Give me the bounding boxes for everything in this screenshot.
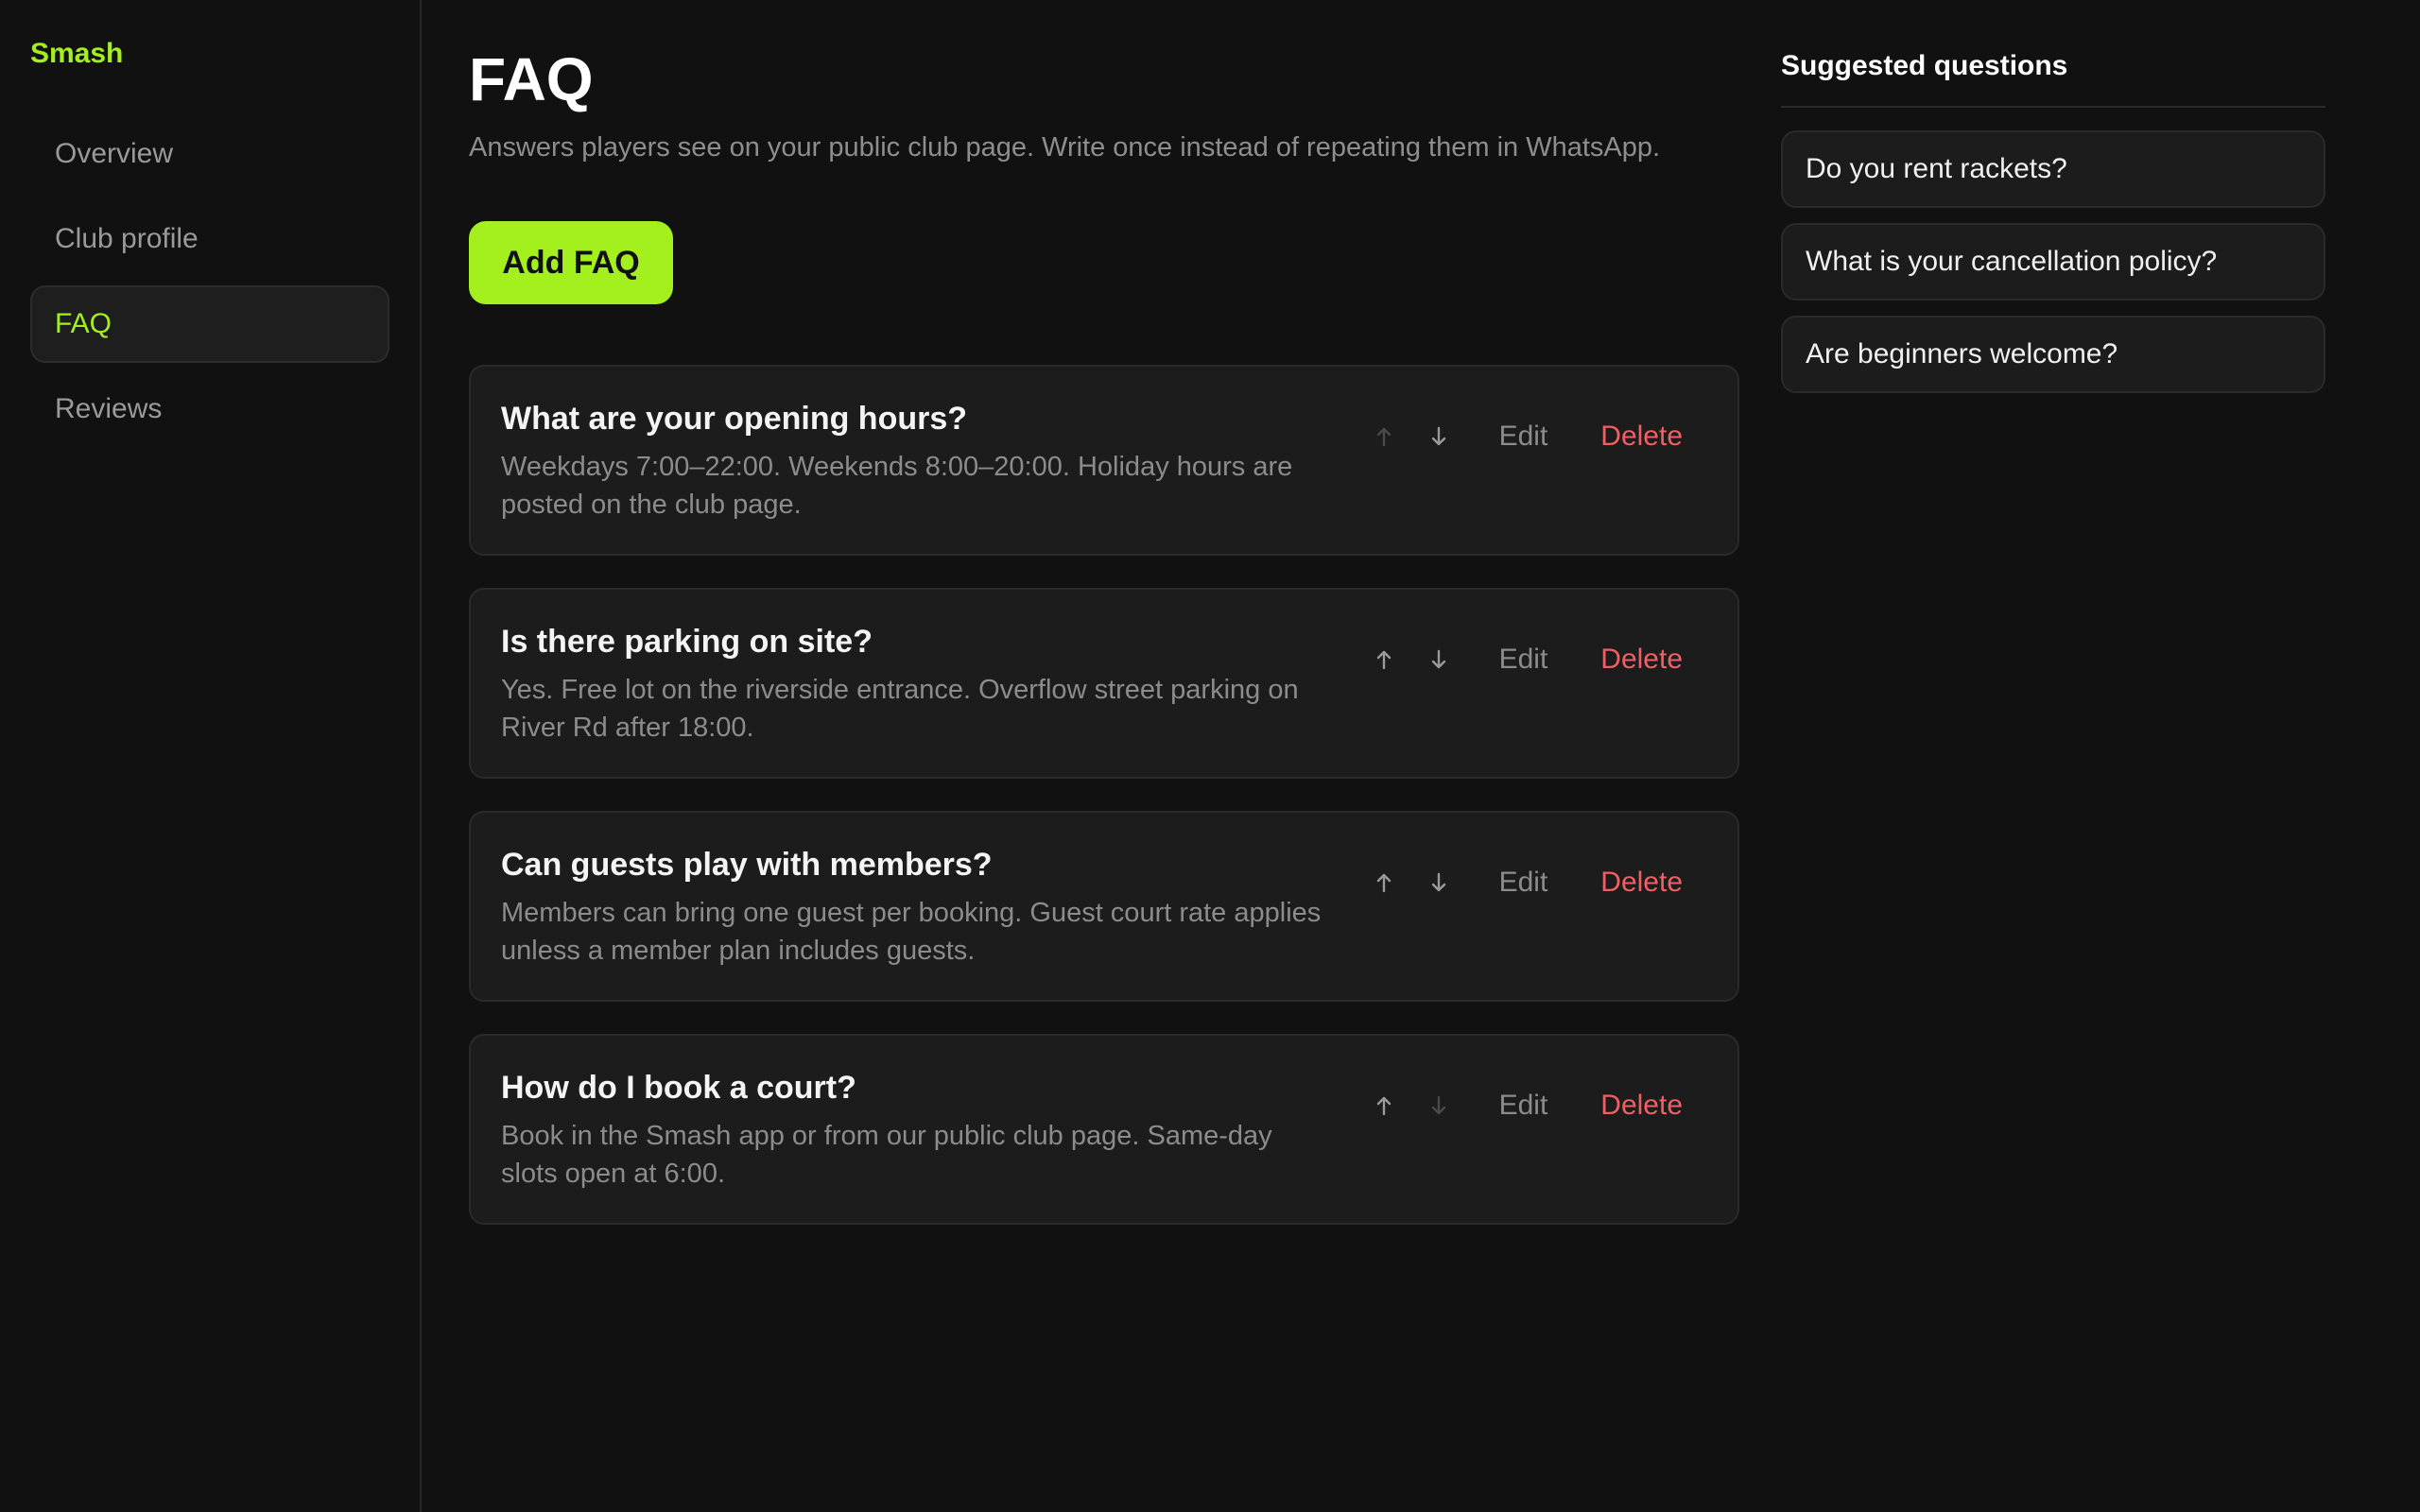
faq-question: Is there parking on site? bbox=[501, 624, 873, 660]
faq-answer: Yes. Free lot on the riverside entrance.… bbox=[501, 675, 1299, 743]
faq-text: What are your opening hours? Weekdays 7:… bbox=[501, 399, 1333, 554]
faq-answer: Book in the Smash app or from our public… bbox=[501, 1121, 1272, 1189]
edit-button[interactable]: Edit bbox=[1499, 644, 1548, 676]
edit-button[interactable]: Edit bbox=[1499, 867, 1548, 899]
suggested-question-item[interactable]: Do you rent rackets? bbox=[1781, 130, 2325, 208]
add-faq-button[interactable]: Add FAQ bbox=[469, 221, 673, 304]
arrow-up-icon bbox=[1376, 650, 1391, 670]
sidebar-item-club-profile[interactable]: Club profile bbox=[30, 200, 389, 278]
arrow-down-icon bbox=[1431, 649, 1445, 669]
page-subtitle: Answers players see on your public club … bbox=[469, 132, 1661, 163]
move-down-button[interactable] bbox=[1418, 416, 1460, 457]
move-down-button[interactable] bbox=[1418, 639, 1460, 680]
faq-actions: Edit Delete bbox=[1350, 622, 1707, 697]
faq-question: What are your opening hours? bbox=[501, 401, 968, 437]
arrow-up-icon bbox=[1376, 427, 1391, 447]
faq-card: How do I book a court? Book in the Smash… bbox=[469, 1034, 1739, 1225]
arrow-up-icon bbox=[1376, 1096, 1391, 1116]
faq-card: Is there parking on site? Yes. Free lot … bbox=[469, 588, 1739, 779]
delete-button[interactable]: Delete bbox=[1600, 867, 1683, 899]
sidebar-item-reviews[interactable]: Reviews bbox=[30, 370, 389, 448]
arrow-down-icon bbox=[1431, 872, 1445, 892]
move-down-button[interactable] bbox=[1418, 862, 1460, 903]
faq-text: How do I book a court? Book in the Smash… bbox=[501, 1068, 1333, 1223]
faq-card: Can guests play with members? Members ca… bbox=[469, 811, 1739, 1002]
faq-actions: Edit Delete bbox=[1350, 1068, 1707, 1143]
edit-button[interactable]: Edit bbox=[1499, 1090, 1548, 1122]
arrow-down-icon bbox=[1431, 426, 1445, 446]
move-up-button[interactable] bbox=[1363, 416, 1405, 457]
edit-button[interactable]: Edit bbox=[1499, 421, 1548, 453]
delete-button[interactable]: Delete bbox=[1600, 421, 1683, 453]
suggested-questions-title: Suggested questions bbox=[1781, 49, 2325, 108]
sidebar: Smash Overview Club profile FAQ Reviews bbox=[0, 0, 422, 1512]
delete-button[interactable]: Delete bbox=[1600, 1090, 1683, 1122]
sidebar-nav: Overview Club profile FAQ Reviews bbox=[30, 115, 389, 448]
sidebar-item-faq[interactable]: FAQ bbox=[30, 285, 389, 363]
faq-actions: Edit Delete bbox=[1350, 399, 1707, 474]
faq-card: What are your opening hours? Weekdays 7:… bbox=[469, 365, 1739, 556]
faq-answer: Weekdays 7:00–22:00. Weekends 8:00–20:00… bbox=[501, 452, 1293, 520]
suggested-question-item[interactable]: Are beginners welcome? bbox=[1781, 316, 2325, 393]
faq-question: How do I book a court? bbox=[501, 1070, 856, 1106]
brand-logo[interactable]: Smash bbox=[30, 34, 389, 79]
sidebar-item-overview[interactable]: Overview bbox=[30, 115, 389, 193]
app: Smash Overview Club profile FAQ Reviews … bbox=[0, 0, 2420, 1512]
move-up-button[interactable] bbox=[1363, 862, 1405, 903]
move-up-button[interactable] bbox=[1363, 1085, 1405, 1126]
move-down-button[interactable] bbox=[1418, 1085, 1460, 1126]
suggested-question-item[interactable]: What is your cancellation policy? bbox=[1781, 223, 2325, 301]
main-content: FAQ Answers players see on your public c… bbox=[422, 0, 1753, 1512]
faq-actions: Edit Delete bbox=[1350, 845, 1707, 920]
page-title: FAQ bbox=[469, 45, 594, 113]
arrow-up-icon bbox=[1376, 873, 1391, 893]
suggested-questions-list: Do you rent rackets? What is your cancel… bbox=[1781, 130, 2325, 393]
suggested-questions-panel: Suggested questions Do you rent rackets?… bbox=[1781, 0, 2325, 1512]
delete-button[interactable]: Delete bbox=[1600, 644, 1683, 676]
faq-text: Can guests play with members? Members ca… bbox=[501, 845, 1333, 1000]
faq-text: Is there parking on site? Yes. Free lot … bbox=[501, 622, 1333, 777]
arrow-down-icon bbox=[1431, 1095, 1445, 1115]
move-up-button[interactable] bbox=[1363, 639, 1405, 680]
faq-list: What are your opening hours? Weekdays 7:… bbox=[469, 365, 1739, 1225]
faq-question: Can guests play with members? bbox=[501, 847, 993, 883]
faq-answer: Members can bring one guest per booking.… bbox=[501, 898, 1322, 966]
